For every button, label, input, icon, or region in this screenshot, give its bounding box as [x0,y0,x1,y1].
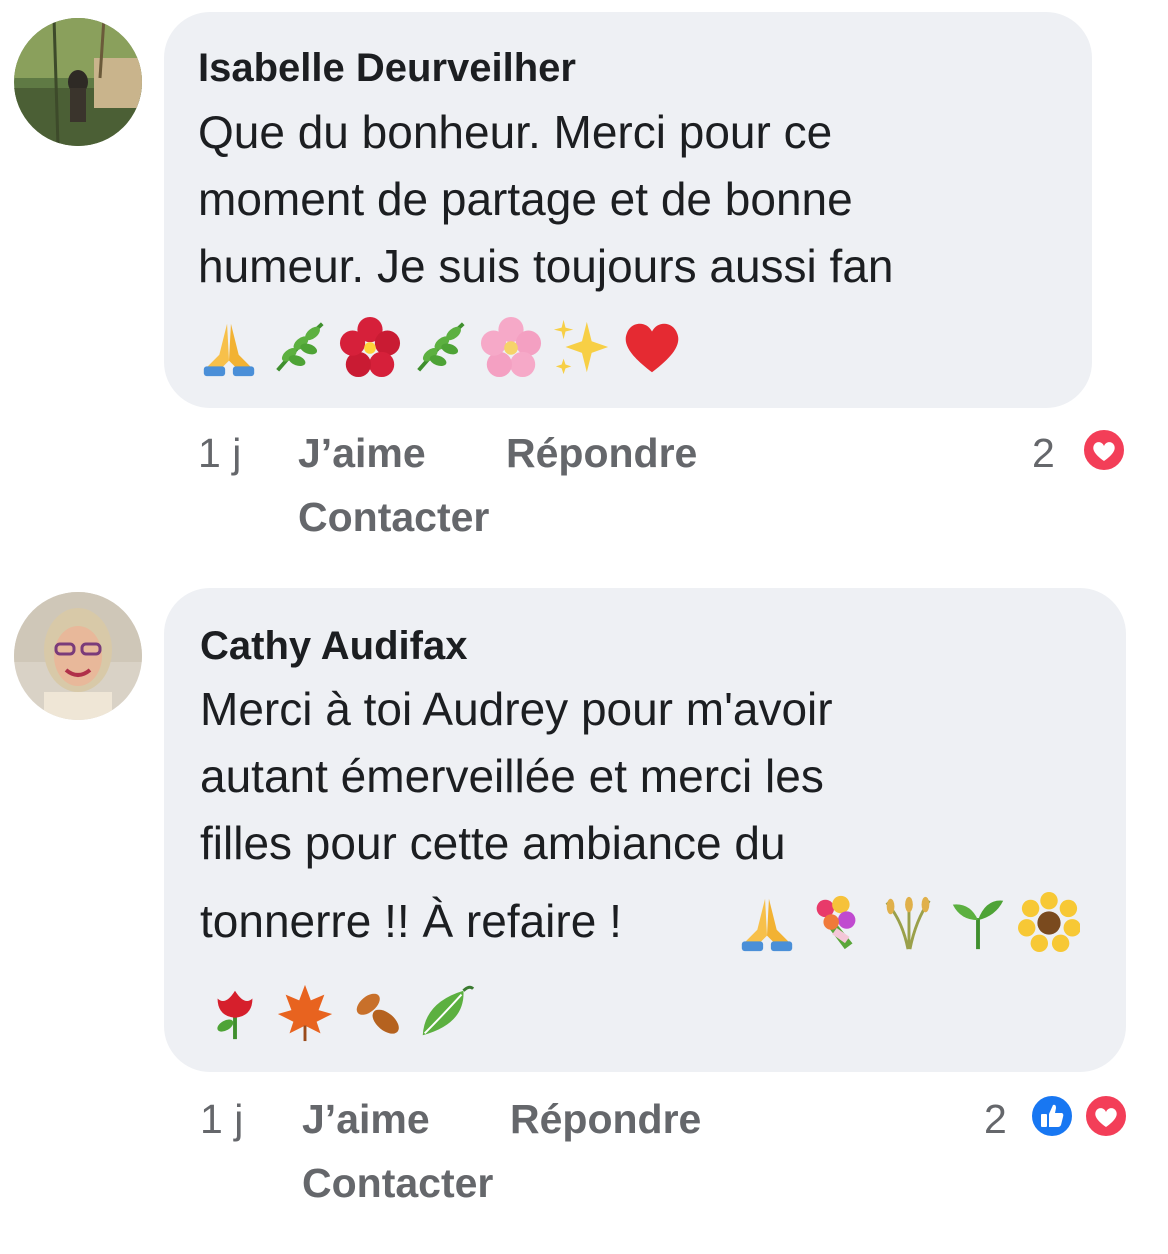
red-heart-icon [621,315,683,379]
like-reaction-icon[interactable] [1030,1094,1074,1138]
seedling-icon [947,890,1009,954]
sunflower-icon [1017,890,1080,954]
pray-icon [736,890,798,954]
reply-button[interactable]: Répondre [510,1096,701,1143]
love-reaction-icon[interactable] [1084,1094,1128,1138]
hibiscus-icon [339,315,401,379]
comment-text-line: humeur. Je suis toujours aussi fan [198,240,894,292]
fallen-leaf-icon [345,980,407,1044]
herb-icon [409,315,471,379]
comment-text-line: moment de partage et de bonne [198,173,853,225]
comment-text-line: autant émerveillée et merci les [200,750,824,802]
love-reaction-icon[interactable] [1082,428,1126,472]
maple-leaf-icon [274,980,336,1044]
like-button[interactable]: J’aime [298,430,426,477]
reply-button[interactable]: Répondre [506,430,697,477]
sparkles-icon [550,315,612,379]
comment-author[interactable]: Isabelle Deurveilher [198,46,576,91]
contact-button[interactable]: Contacter [298,494,489,541]
rice-sheaf-icon [877,890,939,954]
comment-text-line: filles pour cette ambiance du [200,817,786,869]
emoji-row [204,980,481,1044]
leaf-fluttering-icon [415,980,477,1044]
like-button[interactable]: J’aime [302,1096,430,1143]
avatar[interactable] [14,592,142,720]
reaction-count[interactable]: 2 [1032,430,1055,477]
pray-icon [198,315,260,379]
contact-button[interactable]: Contacter [302,1160,493,1207]
bouquet-icon [806,890,868,954]
emoji-row [198,315,687,379]
cherry-blossom-icon [480,315,542,379]
rose-icon [204,980,266,1044]
comment-time: 1 j [198,430,242,476]
comment-author[interactable]: Cathy Audifax [200,624,467,669]
avatar[interactable] [14,18,142,146]
comment-text-line: Que du bonheur. Merci pour ce [198,106,833,158]
comment-text-line: Merci à toi Audrey pour m'avoir [200,683,833,735]
herb-icon [268,315,330,379]
comment-text-line: tonnerre !! À refaire ! [200,895,622,947]
emoji-row-inline [736,890,1084,954]
reaction-count[interactable]: 2 [984,1096,1007,1143]
comment-time: 1 j [200,1096,244,1142]
